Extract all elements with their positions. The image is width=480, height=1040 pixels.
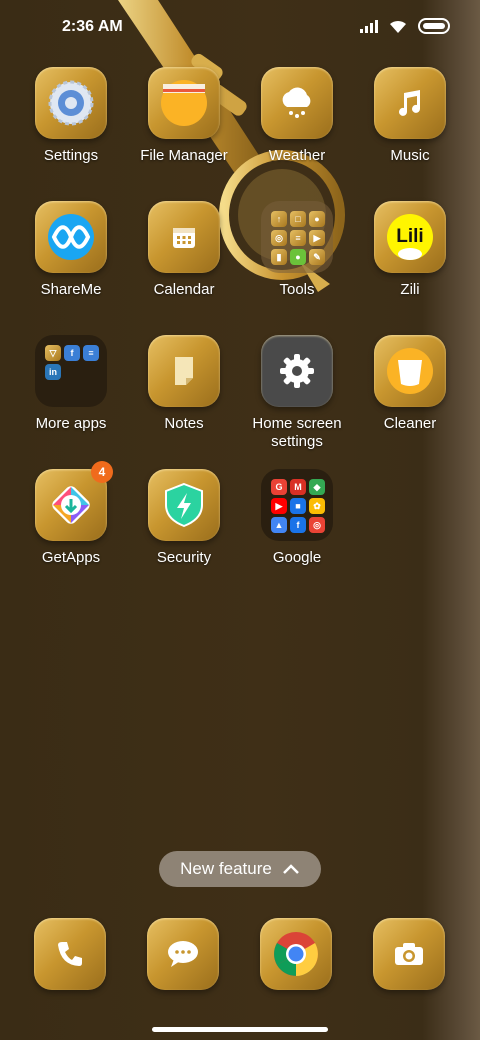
google-mini-icon: G [271,479,287,495]
app-mini-icon: ≡ [83,345,99,361]
app-zili[interactable]: Lili Zili [354,201,466,299]
cellular-signal-icon [360,19,378,33]
app-label-getapps: GetApps [41,549,101,566]
cleaner-icon [374,335,446,407]
tool-mini-icon: □ [290,211,306,227]
more-apps-folder-icon: ▽ f ≡ in [35,335,107,407]
app-home-screen-settings[interactable]: Home screen settings [241,335,353,451]
wifi-icon [390,20,406,33]
svg-text:Lili: Lili [396,226,423,247]
message-icon [147,918,219,990]
folder-google[interactable]: G M ◆ ▶ ■ ✿ ▲ f ◎ Google [241,469,353,567]
battery-icon [418,18,450,34]
duo-mini-icon: ◎ [309,517,325,533]
camera-icon [373,918,445,990]
linkedin-mini-icon: in [45,364,61,380]
app-mini-icon: ▽ [45,345,61,361]
dock-phone[interactable] [34,918,106,990]
dock-messaging[interactable] [147,918,219,990]
app-label-google: Google [272,549,322,566]
notification-badge: 4 [91,461,113,483]
facebook-mini-icon: f [64,345,80,361]
files-mini-icon: f [290,517,306,533]
meet-mini-icon: ■ [290,498,306,514]
app-label-more-apps: More apps [35,415,107,432]
tool-mini-icon: ◎ [271,230,287,246]
app-shareme[interactable]: ShareMe [15,201,127,299]
getapps-icon: 4 [35,461,113,541]
tool-mini-icon: ↑ [271,211,287,227]
home-indicator[interactable] [152,1027,328,1032]
app-notes[interactable]: Notes [128,335,240,433]
app-label-notes: Notes [164,415,204,432]
settings-icon [35,67,107,139]
tool-mini-icon: ≡ [290,230,306,246]
app-label-calendar: Calendar [153,281,215,298]
app-cleaner[interactable]: Cleaner [354,335,466,433]
app-file-manager[interactable]: File Manager [128,67,240,165]
youtube-mini-icon: ▶ [271,498,287,514]
chevron-up-icon [282,864,299,874]
calendar-icon [148,201,220,273]
new-feature-label: New feature [180,859,272,878]
app-label-weather: Weather [268,147,326,164]
app-label-music: Music [390,147,430,164]
google-folder-icon: G M ◆ ▶ ■ ✿ ▲ f ◎ [261,469,333,541]
app-calendar[interactable]: Calendar [128,201,240,299]
phone-icon [34,918,106,990]
app-label-file-manager: File Manager [140,147,228,164]
maps-mini-icon: ◆ [309,479,325,495]
dock-chrome[interactable] [260,918,332,990]
app-getapps[interactable]: 4 GetApps [15,461,127,567]
app-label-security: Security [156,549,212,566]
weather-icon [261,67,333,139]
zili-icon: Lili [374,201,446,273]
file-manager-icon [148,67,220,139]
app-security[interactable]: Security [128,469,240,567]
tools-folder-icon: ↑ □ ● ◎ ≡ ▶ ▮ ● ✎ [261,201,333,273]
new-feature-button[interactable]: New feature [159,851,321,887]
music-icon [374,67,446,139]
app-label-home-screen-settings: Home screen settings [252,415,342,450]
tool-mini-icon: ● [290,249,306,265]
app-label-shareme: ShareMe [40,281,102,298]
drive-mini-icon: ▲ [271,517,287,533]
dock-camera[interactable] [373,918,445,990]
security-icon [148,469,220,541]
gmail-mini-icon: M [290,479,306,495]
tool-mini-icon: ▮ [271,249,287,265]
app-weather[interactable]: Weather [241,67,353,165]
tool-mini-icon: ▶ [309,230,325,246]
app-label-settings: Settings [43,147,99,164]
status-time: 2:36 AM [62,18,123,35]
app-settings[interactable]: Settings [15,67,127,165]
folder-more-apps[interactable]: ▽ f ≡ in More apps [15,335,127,433]
app-music[interactable]: Music [354,67,466,165]
tool-mini-icon: ✎ [309,249,325,265]
status-bar: 2:36 AM [0,0,480,56]
app-label-cleaner: Cleaner [383,415,437,432]
gear-icon [261,335,333,407]
app-label-tools: Tools [279,281,315,298]
folder-tools[interactable]: ↑ □ ● ◎ ≡ ▶ ▮ ● ✎ Tools [241,201,353,299]
app-label-zili: Zili [400,281,420,298]
photos-mini-icon: ✿ [309,498,325,514]
chrome-icon [260,918,332,990]
shareme-icon [35,201,107,273]
tool-mini-icon: ● [309,211,325,227]
notes-icon [148,335,220,407]
